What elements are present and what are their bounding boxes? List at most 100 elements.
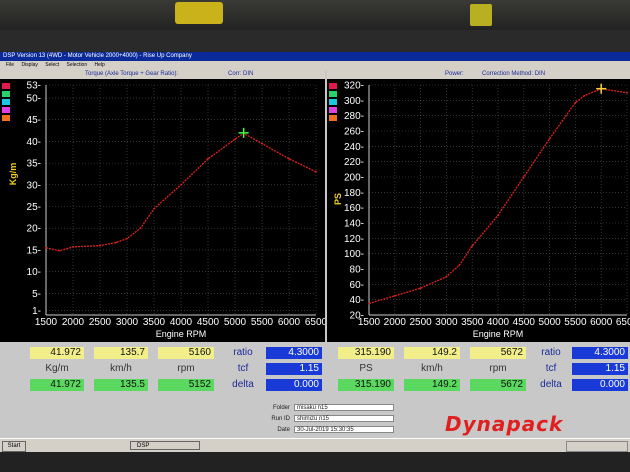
- x-axis-label: Engine RPM: [473, 329, 524, 339]
- data-point: [153, 207, 155, 210]
- data-point: [393, 294, 396, 297]
- menu-select[interactable]: Select: [45, 62, 59, 68]
- date-field: 30-Jul-2019 15:30:35: [294, 426, 394, 433]
- data-point: [99, 244, 101, 247]
- y-axis-label: Kg/m: [8, 163, 18, 186]
- legend-swatch[interactable]: [329, 83, 337, 89]
- y-tick-label: 30-: [27, 180, 41, 191]
- data-point: [522, 176, 525, 178]
- power-title: Power:: [445, 71, 464, 77]
- data-point: [368, 302, 370, 305]
- system-tray: [566, 441, 628, 452]
- start-button[interactable]: Start: [2, 441, 26, 452]
- ratio-value[interactable]: 4.3000: [572, 347, 628, 359]
- legend-swatch[interactable]: [2, 115, 10, 121]
- menu-file[interactable]: File: [6, 62, 14, 68]
- x-tick-label: 2000: [62, 317, 85, 328]
- folder-field[interactable]: misaku n15: [294, 404, 394, 411]
- x-tick-label: 3500: [143, 317, 166, 328]
- data-point: [548, 137, 551, 140]
- x-tick-label: 3000: [116, 317, 139, 328]
- y-axis-label: PS: [333, 193, 343, 205]
- legend-swatch[interactable]: [2, 83, 10, 89]
- power-value: 315.190: [338, 347, 394, 359]
- data-point: [126, 237, 128, 240]
- speed-value: 135.7: [94, 347, 148, 359]
- legend-swatch[interactable]: [329, 107, 337, 113]
- unit-label: km/h: [421, 363, 443, 374]
- legend-swatch[interactable]: [329, 91, 337, 97]
- x-tick-label: 5500: [564, 317, 587, 328]
- torque-value: 41.972: [30, 347, 84, 359]
- y-tick-label: 260-: [344, 127, 364, 138]
- unit-label: Kg/m: [45, 363, 69, 374]
- x-tick-label: 5000: [224, 317, 247, 328]
- monitor-bezel-bottom: [0, 452, 630, 472]
- x-tick-label: 6500: [305, 317, 325, 328]
- tcf-value[interactable]: 1.15: [266, 363, 322, 375]
- x-tick-label: 1500: [35, 317, 58, 328]
- taskbar-dsp-button[interactable]: DSP: [130, 441, 200, 450]
- speed-value-2: 149.2: [404, 379, 460, 391]
- power-value-2: 315.190: [338, 379, 394, 391]
- y-tick-label: 10-: [27, 267, 41, 278]
- speed-value: 149.2: [404, 347, 460, 359]
- x-tick-label: 6000: [590, 317, 613, 328]
- power-header: Power: Correction Method: DIN: [327, 70, 630, 79]
- data-point: [45, 246, 47, 249]
- torque-title: Torque (Axle Torque + Gear Ratio):: [85, 71, 179, 77]
- legend-swatch[interactable]: [329, 115, 337, 121]
- data-point: [72, 245, 74, 248]
- data-point: [115, 241, 118, 244]
- data-point: [574, 101, 577, 104]
- ratio-label: ratio: [233, 347, 253, 358]
- legend-swatch[interactable]: [329, 99, 337, 105]
- ratio-value[interactable]: 4.3000: [266, 347, 322, 359]
- unit-label: PS: [359, 363, 373, 374]
- data-point: [583, 94, 586, 97]
- y-tick-label: 45-: [27, 115, 41, 126]
- data-point: [471, 245, 474, 247]
- legend-swatch[interactable]: [2, 91, 10, 97]
- y-tick-label: 140-: [344, 219, 364, 230]
- menu-selection[interactable]: Selection: [67, 62, 88, 68]
- run-info-area: Folder misaku n15 Run ID shimizu n15 Dat…: [0, 400, 630, 438]
- screen: DSP Version 13 (4WD - Motor Vehicle 2000…: [0, 52, 630, 452]
- x-tick-label: 6000: [278, 317, 301, 328]
- y-tick-label: 180-: [344, 188, 364, 199]
- x-tick-label: 5500: [251, 317, 274, 328]
- speed-value-2: 135.5: [94, 379, 148, 391]
- menu-bar: File Display Select Selection Help: [0, 61, 630, 70]
- y-tick-label: 50-: [27, 94, 41, 105]
- rpm-value: 5672: [470, 347, 526, 359]
- rpm-value: 5160: [158, 347, 214, 359]
- tcf-label: tcf: [545, 363, 557, 374]
- x-tick-label: 5000: [538, 317, 561, 328]
- delta-value[interactable]: 0.000: [572, 379, 628, 391]
- window-title: DSP Version 13 (4WD - Motor Vehicle 2000…: [0, 52, 630, 61]
- delta-value[interactable]: 0.000: [266, 379, 322, 391]
- legend-swatch[interactable]: [2, 99, 10, 105]
- x-tick-label: 3500: [461, 317, 484, 328]
- legend-swatch[interactable]: [2, 107, 10, 113]
- y-tick-label: 80-: [350, 265, 364, 276]
- y-tick-label: 240-: [344, 142, 364, 153]
- menu-help[interactable]: Help: [95, 62, 105, 68]
- y-tick-label: 300-: [344, 96, 364, 107]
- y-tick-label: 53-: [27, 81, 41, 92]
- background-object: [470, 4, 492, 26]
- data-point: [445, 275, 448, 278]
- menu-display[interactable]: Display: [21, 62, 37, 68]
- y-tick-label: 20-: [27, 224, 41, 235]
- data-point: [497, 214, 499, 217]
- y-tick-label: 25-: [27, 202, 41, 213]
- ratio-label: ratio: [541, 347, 561, 358]
- data-series-line: [45, 132, 317, 252]
- power-chart-panel: 1500 2000 2500 3000 3500 4000 4500 5000 5500 6000…: [327, 79, 630, 342]
- tcf-label: tcf: [237, 363, 249, 374]
- runid-field[interactable]: shimizu n15: [294, 415, 394, 422]
- date-label: Date: [277, 427, 290, 433]
- tcf-value[interactable]: 1.15: [572, 363, 628, 375]
- data-point: [207, 157, 209, 160]
- unit-label: rpm: [177, 363, 195, 374]
